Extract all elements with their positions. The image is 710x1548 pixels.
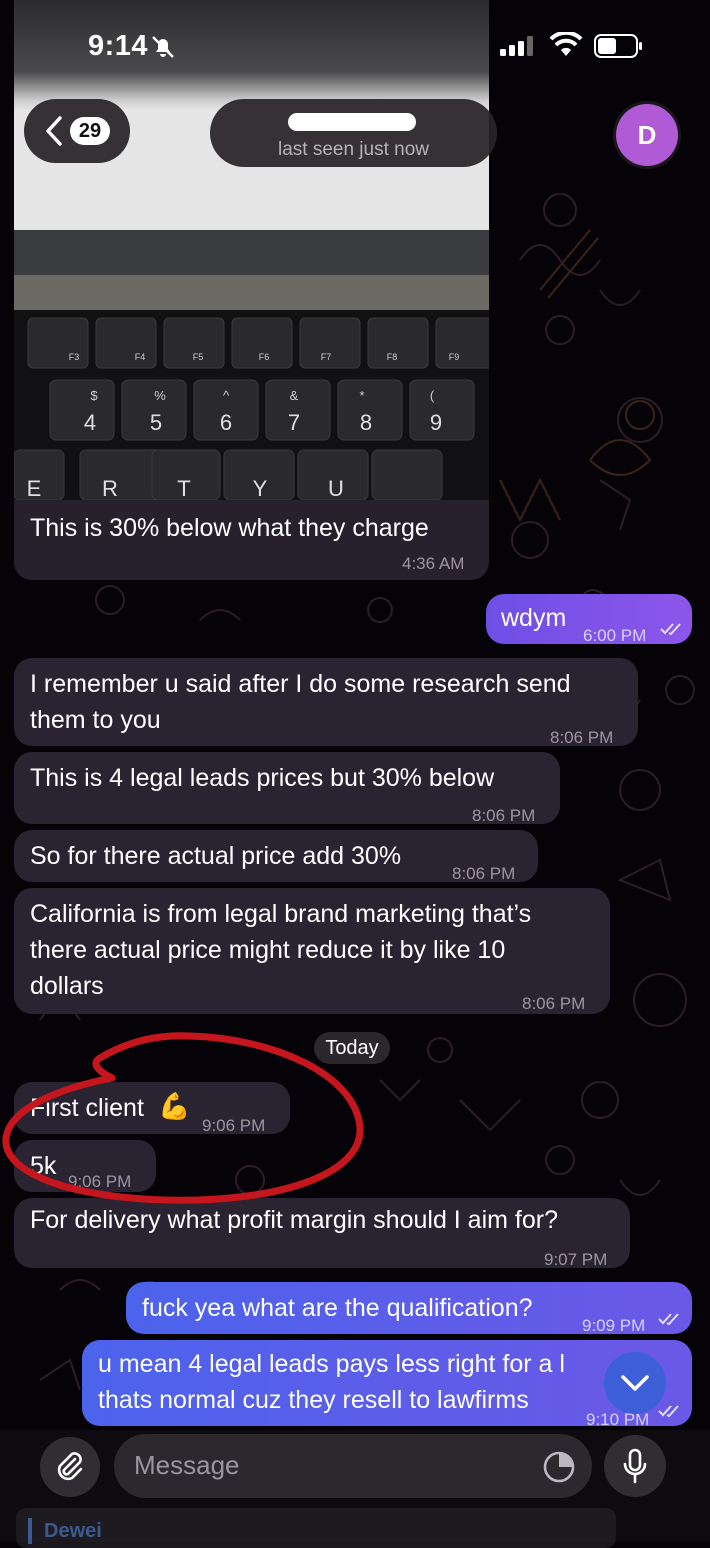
letter-key-label: R — [102, 476, 118, 500]
symbol-key-label: % — [154, 388, 166, 403]
symbol-key-label: ( — [430, 388, 435, 403]
message-bubble-incoming[interactable]: California is from legal brand marketing… — [14, 888, 610, 1014]
chevron-left-icon — [46, 116, 62, 146]
chat-title[interactable]: last seen just now — [210, 99, 497, 167]
message-time: 8:06 PM — [550, 728, 614, 747]
bell-slash-icon — [152, 36, 174, 58]
message-bubble-outgoing[interactable]: u mean 4 legal leads pays less right for… — [82, 1340, 692, 1429]
attach-paperclip-icon — [57, 1452, 83, 1481]
reply-preview-strip — [16, 1508, 616, 1548]
number-key-label: 7 — [288, 410, 300, 435]
fn-key-label: F5 — [193, 352, 204, 362]
message-text: there actual price might reduce it by li… — [30, 936, 506, 964]
signal-icon — [500, 36, 533, 56]
number-key-label: 9 — [430, 410, 442, 435]
hand-drawn-circle-annotation — [2, 1032, 364, 1204]
letter-key-label: U — [328, 476, 344, 500]
reply-preview-accent — [28, 1518, 32, 1544]
message-time: 4:36 AM — [402, 554, 465, 573]
fn-key-label: F4 — [135, 352, 146, 362]
message-time: 6:00 PM — [583, 626, 647, 645]
fn-key-label: F6 — [259, 352, 270, 362]
message-time: 8:06 PM — [472, 806, 536, 825]
keyboard-photo[interactable]: F3 F4 F5 F6 F7 F8 F9 $ % ^ & * ( 4 5 6 7… — [14, 0, 489, 500]
symbol-key-label: $ — [90, 388, 98, 403]
symbol-key-label: ^ — [223, 388, 230, 403]
message-text: This is 4 legal leads prices but 30% bel… — [30, 764, 495, 792]
symbol-key-label: * — [359, 388, 364, 403]
attach-button[interactable] — [40, 1437, 100, 1497]
number-key-label: 8 — [360, 410, 372, 435]
microphone-icon — [623, 1448, 647, 1484]
redacted-name — [288, 113, 416, 131]
photo-message-bubble[interactable]: F3 F4 F5 F6 F7 F8 F9 $ % ^ & * ( 4 5 6 7… — [14, 0, 489, 580]
message-text: California is from legal brand marketing… — [30, 900, 532, 928]
message-bubble-incoming[interactable]: So for there actual price add 30% 8:06 P… — [14, 830, 538, 883]
message-text: fuck yea what are the qualification? — [142, 1294, 533, 1322]
number-key-label: 4 — [84, 410, 96, 435]
message-text: thats normal cuz they resell to lawfirms — [98, 1386, 529, 1414]
fn-key-label: F3 — [69, 352, 80, 362]
message-text: I remember u said after I do some resear… — [30, 670, 571, 698]
battery-icon — [594, 34, 642, 58]
message-time: 9:09 PM — [582, 1316, 646, 1335]
number-key-label: 5 — [150, 410, 162, 435]
letter-key-label: T — [177, 476, 190, 500]
message-text: them to you — [30, 706, 161, 734]
double-check-icon — [660, 623, 681, 636]
message-text: dollars — [30, 972, 104, 1000]
scroll-down-button[interactable] — [604, 1352, 666, 1414]
reply-preview-name: Dewei — [44, 1520, 102, 1542]
wifi-icon — [549, 32, 583, 56]
message-time: 8:06 PM — [452, 864, 516, 883]
letter-key-label: E — [27, 476, 42, 500]
double-check-icon — [658, 1405, 679, 1418]
last-seen-status: last seen just now — [277, 139, 430, 160]
message-bubble-outgoing[interactable]: wdym 6:00 PM — [486, 594, 692, 645]
message-bubble-outgoing[interactable]: fuck yea what are the qualification? 9:0… — [126, 1282, 692, 1335]
back-button[interactable]: 29 — [24, 99, 130, 163]
letter-key-label: Y — [253, 476, 268, 500]
fn-key-label: F7 — [321, 352, 332, 362]
chevron-down-icon — [621, 1375, 649, 1391]
symbol-key-label: & — [290, 388, 299, 403]
avatar[interactable]: D — [616, 104, 678, 166]
fn-key-label: F8 — [387, 352, 398, 362]
number-key-label: 6 — [220, 410, 232, 435]
status-time: 9:14 — [88, 30, 149, 62]
message-bubble-incoming[interactable]: This is 4 legal leads prices but 30% bel… — [14, 752, 560, 825]
message-time: 9:07 PM — [544, 1250, 608, 1269]
message-bubble-incoming[interactable]: I remember u said after I do some resear… — [14, 658, 638, 747]
message-text: u mean 4 legal leads pays less right for… — [98, 1350, 565, 1378]
message-time: 8:06 PM — [522, 994, 586, 1013]
unread-count-badge: 29 — [69, 117, 111, 145]
microphone-button[interactable] — [604, 1435, 666, 1497]
message-placeholder: Message — [134, 1450, 240, 1480]
double-check-icon — [658, 1313, 679, 1326]
message-text: So for there actual price add 30% — [30, 842, 402, 870]
message-text: wdym — [501, 604, 567, 632]
message-text: This is 30% below what they charge — [30, 514, 429, 542]
fn-key-label: F9 — [449, 352, 460, 362]
sticker-clock-icon[interactable] — [542, 1450, 576, 1484]
